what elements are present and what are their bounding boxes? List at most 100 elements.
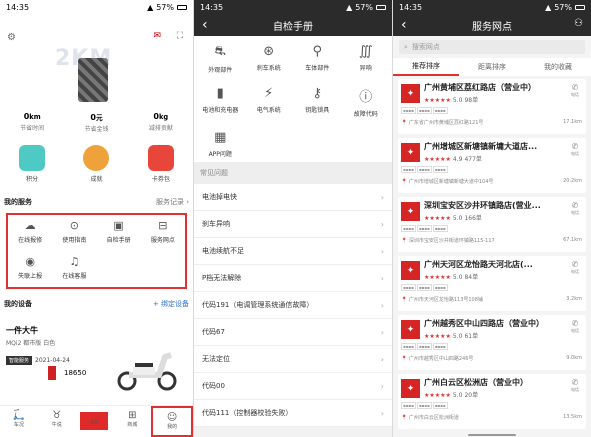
services-title: 我的服务 (4, 198, 32, 206)
settings-icon[interactable]: ⚙ (7, 32, 16, 43)
store-tags: ▪▪▪▪ ▪▪▪▪ ▪▪▪▪ (401, 107, 448, 114)
faq-title: 常见问题 (194, 162, 392, 184)
faq-item[interactable]: 代码67 › (194, 319, 392, 346)
store-card[interactable]: ✦ 深圳宝安区沙井环镇路店(营业... ★★★★★ 5.0 166单 ▪▪▪▪ ▪▪▪… (398, 197, 586, 252)
category-app[interactable]: ▦ APP问题 (196, 130, 245, 158)
category-brake[interactable]: ⊛ 刹车系统 (245, 44, 294, 74)
status-time: 14:35 (200, 2, 224, 12)
achievements-button[interactable]: 成就 (64, 145, 128, 183)
services-grid: ☁ 在线报修 ⊙ 使用指南 ▣ 自检手册 ⊟ 服务网点 ◉ 失联上报 ♫ 在线客服 (6, 213, 187, 289)
bind-device-link[interactable]: + 绑定设备 (153, 299, 189, 309)
nav-mall[interactable]: ⊞ 商城 (113, 406, 151, 437)
phone-icon: ✆ (571, 201, 579, 210)
back-icon[interactable]: ‹ (401, 17, 407, 33)
nav-vehicle[interactable]: 🛴 车况 (0, 406, 38, 437)
battery-device-icon (48, 366, 56, 380)
category-appearance[interactable]: ⛐ 外观部件 (196, 44, 245, 74)
service-records-link[interactable]: 服务记录 › (156, 197, 189, 207)
message-icon[interactable]: ✉ (153, 31, 161, 41)
service-points-screen: 14:35 ▲ 57% ‹ 服务网点 ⚇ ⌕ 搜索网点 推荐排序 距离排序 我的收藏 ✦ … (393, 0, 591, 437)
call-button[interactable]: ✆ 电话 (571, 260, 579, 275)
faq-item[interactable]: 代码00 › (194, 373, 392, 400)
store-rating: ★★★★★ 4.9 477单 (424, 156, 482, 163)
battery-icon (575, 4, 585, 10)
call-button[interactable]: ✆ 电话 (571, 83, 579, 98)
tab-recommended[interactable]: 推荐排序 (393, 58, 459, 76)
chevron-right-icon: › (380, 354, 384, 364)
category-body[interactable]: ⚲ 车体部件 (293, 44, 342, 74)
faq-item[interactable]: P档无法解除 › (194, 265, 392, 292)
store-rating: ★★★★★ 5.0 98单 (424, 97, 479, 104)
coupons-button[interactable]: 卡券包 (129, 145, 193, 183)
store-logo: ✦ (401, 261, 420, 280)
faq-item[interactable]: 电池掉电快 › (194, 184, 392, 211)
user-icon[interactable]: ⚇ (574, 18, 583, 29)
back-icon[interactable]: ‹ (202, 17, 208, 33)
store-distance: 20.2km (563, 178, 582, 184)
electric-icon: ⚡ (264, 86, 274, 101)
store-distance: 9.0km (566, 355, 582, 361)
self-check-screen: 14:35 ▲ 57% ‹ 自检手册 ⛐ 外观部件 ⊛ 刹车系统 ⚲ 车体部件 ∭ 异响 ▮ 电… (194, 0, 392, 437)
store-card[interactable]: ✦ 广州增城区新塘镇新墉大道店... ★★★★★ 4.9 477单 ▪▪▪▪ ▪▪▪▪… (398, 138, 586, 193)
scan-icon[interactable]: ⛶ (177, 31, 183, 41)
nav-community[interactable]: ♉ 牛说 (38, 406, 76, 437)
call-button[interactable]: ✆ 电话 (571, 378, 579, 393)
device-tag: 智能服务 (6, 356, 33, 365)
user-guide-button[interactable]: ⊙ 使用指南 (52, 215, 96, 251)
tab-favorites[interactable]: 我的收藏 (525, 58, 591, 76)
category-battery[interactable]: ▮ 电池和充电器 (196, 86, 245, 118)
device-card[interactable]: 一件大牛 MQi2 都市版 白色 智能服务 2021-04-24 (0, 325, 193, 415)
faq-item[interactable]: 无法定位 › (194, 346, 392, 373)
category-noise[interactable]: ∭ 异响 (342, 44, 391, 74)
faq-item[interactable]: 代码111（控制器校验失败） › (194, 400, 392, 427)
store-address: 📍 深圳市宝安区沙井街道环镇路115-117 (401, 238, 495, 244)
category-key[interactable]: ⚷ 钥匙锁具 (293, 86, 342, 118)
chevron-right-icon: › (380, 381, 384, 391)
page-title: 服务网点 (472, 21, 512, 33)
category-electric[interactable]: ⚡ 电气系统 (245, 86, 294, 118)
call-button[interactable]: ✆ 电话 (571, 319, 579, 334)
profile-screen: 14:35▲57% ⚙ ✉ ⛶ 2KM 0km节省时间 0元节省金钱 0kg减排… (0, 0, 193, 437)
service-points-button[interactable]: ⊟ 服务网点 (141, 215, 185, 251)
battery-icon (177, 4, 187, 10)
store-card[interactable]: ✦ 广州天河区龙怡路天河北店(... ★★★★★ 5.0 84单 ▪▪▪▪ ▪▪▪▪ ▪… (398, 256, 586, 311)
store-card[interactable]: ✦ 广州越秀区中山四路店（营业中） ★★★★★ 5.0 61单 ▪▪▪▪ ▪▪▪▪ ▪▪… (398, 315, 586, 370)
call-button[interactable]: ✆ 电话 (571, 201, 579, 216)
faq-item[interactable]: 代码191（电调管理系统通信故障） › (194, 292, 392, 319)
sort-tabs: 推荐排序 距离排序 我的收藏 (393, 58, 591, 76)
store-distance: 17.1km (563, 119, 582, 125)
lost-report-button[interactable]: ◉ 失联上报 (8, 251, 52, 287)
store-name: 广州白云区松洲店（营业中） (424, 378, 528, 387)
store-tags: ▪▪▪▪ ▪▪▪▪ ▪▪▪▪ (401, 225, 448, 232)
store-card[interactable]: ✦ 广州黄埔区荔红路店（营业中） ★★★★★ 5.0 98单 ▪▪▪▪ ▪▪▪▪ ▪▪▪… (398, 79, 586, 134)
home-indicator (468, 434, 516, 436)
online-repair-button[interactable]: ☁ 在线报修 (8, 215, 52, 251)
nav-go[interactable]: GO (76, 406, 114, 437)
store-distance: 13.5km (563, 414, 582, 420)
faq-item[interactable]: 刹车异响 › (194, 211, 392, 238)
points-button[interactable]: 积分 (0, 145, 64, 183)
call-button[interactable]: ✆ 电话 (571, 142, 579, 157)
battery-device[interactable]: 18650 (48, 366, 86, 380)
key-icon: ⚷ (312, 86, 323, 101)
faq-item[interactable]: 电池续航不足 › (194, 238, 392, 265)
sound-wave-icon: ∭ (358, 44, 373, 59)
avatar[interactable] (78, 58, 108, 102)
store-card[interactable]: ✦ 广州白云区松洲店（营业中） ★★★★★ 5.0 20单 ▪▪▪▪ ▪▪▪▪ ▪▪▪▪… (398, 374, 586, 429)
phone-icon: ✆ (571, 378, 579, 387)
bike-icon: ⚲ (312, 44, 323, 59)
stat-emission: 0kg 减排贡献 (148, 112, 173, 132)
store-rating: ★★★★★ 5.0 166单 (424, 215, 482, 222)
category-error-code[interactable]: ⓘ 故障代码 (342, 86, 391, 118)
nav-me[interactable]: ☺ 我的 (151, 406, 193, 437)
scooter-icon: ⛐ (214, 44, 226, 59)
phone-icon: ✆ (571, 260, 579, 269)
tab-distance[interactable]: 距离排序 (459, 58, 525, 76)
search-input[interactable]: ⌕ 搜索网点 (399, 40, 585, 54)
calculator-icon: ▦ (214, 130, 227, 145)
self-check-button[interactable]: ▣ 自检手册 (97, 215, 141, 251)
signal-icon: ▲ (147, 2, 154, 12)
device-date: 2021-04-24 (35, 357, 70, 364)
online-support-button[interactable]: ♫ 在线客服 (52, 251, 96, 287)
store-logo: ✦ (401, 320, 420, 339)
